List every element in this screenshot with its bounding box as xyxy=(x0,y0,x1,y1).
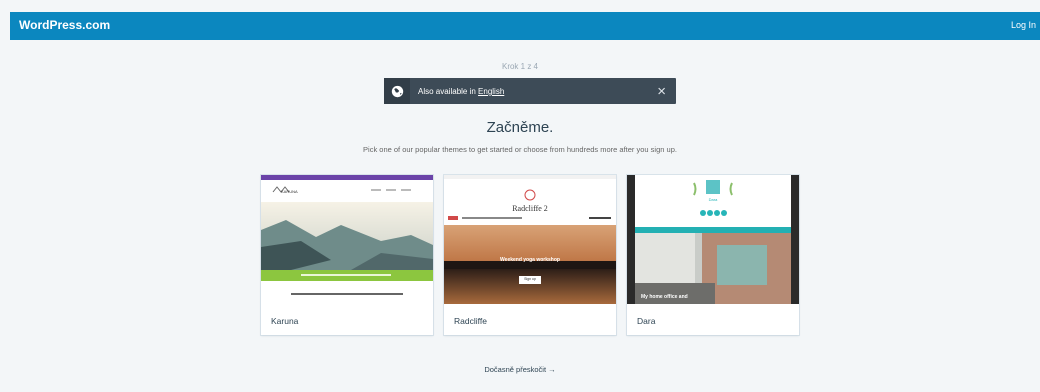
theme-name-karuna: Karuna xyxy=(271,316,299,326)
top-bar: WordPress.com Log In xyxy=(10,12,1040,40)
theme-card-karuna[interactable]: KARUNA Karuna xyxy=(261,175,433,335)
theme-preview-radcliffe: Radcliffe 2 Weekend yoga workshop Sign u… xyxy=(444,175,616,304)
radcliffe-preview-hero: Weekend yoga workshop xyxy=(500,257,560,263)
theme-card-radcliffe[interactable]: Radcliffe 2 Weekend yoga workshop Sign u… xyxy=(444,175,616,335)
theme-card-dara[interactable]: Dara My home office and Dara xyxy=(627,175,799,335)
locale-notice: Also available in English × xyxy=(384,78,676,104)
english-link[interactable]: English xyxy=(478,87,504,96)
notice-text: Also available in English xyxy=(418,87,505,96)
radcliffe-preview-logo: Radcliffe 2 xyxy=(512,204,548,213)
wordpress-logo[interactable]: WordPress.com xyxy=(19,18,110,32)
page-subtitle: Pick one of our popular themes to get st… xyxy=(363,145,677,154)
arrow-right-icon: → xyxy=(548,365,556,374)
globe-icon xyxy=(384,78,410,104)
login-link[interactable]: Log In xyxy=(1011,20,1036,30)
step-indicator: Krok 1 z 4 xyxy=(501,62,538,71)
dara-preview-logo: Dara xyxy=(708,197,718,202)
skip-link[interactable]: Dočasně přeskočit → xyxy=(0,365,1040,374)
theme-preview-dara: Dara My home office and xyxy=(627,175,799,304)
close-icon[interactable]: × xyxy=(657,83,666,100)
dara-preview-overlay: My home office and xyxy=(641,294,688,300)
theme-name-dara: Dara xyxy=(637,316,656,326)
page-title: Začněme. xyxy=(486,119,554,136)
theme-name-radcliffe: Radcliffe xyxy=(454,316,487,326)
karuna-preview-logo: KARUNA xyxy=(281,189,298,194)
radcliffe-preview-button: Sign up xyxy=(524,277,536,281)
theme-preview-karuna: KARUNA xyxy=(261,175,433,304)
